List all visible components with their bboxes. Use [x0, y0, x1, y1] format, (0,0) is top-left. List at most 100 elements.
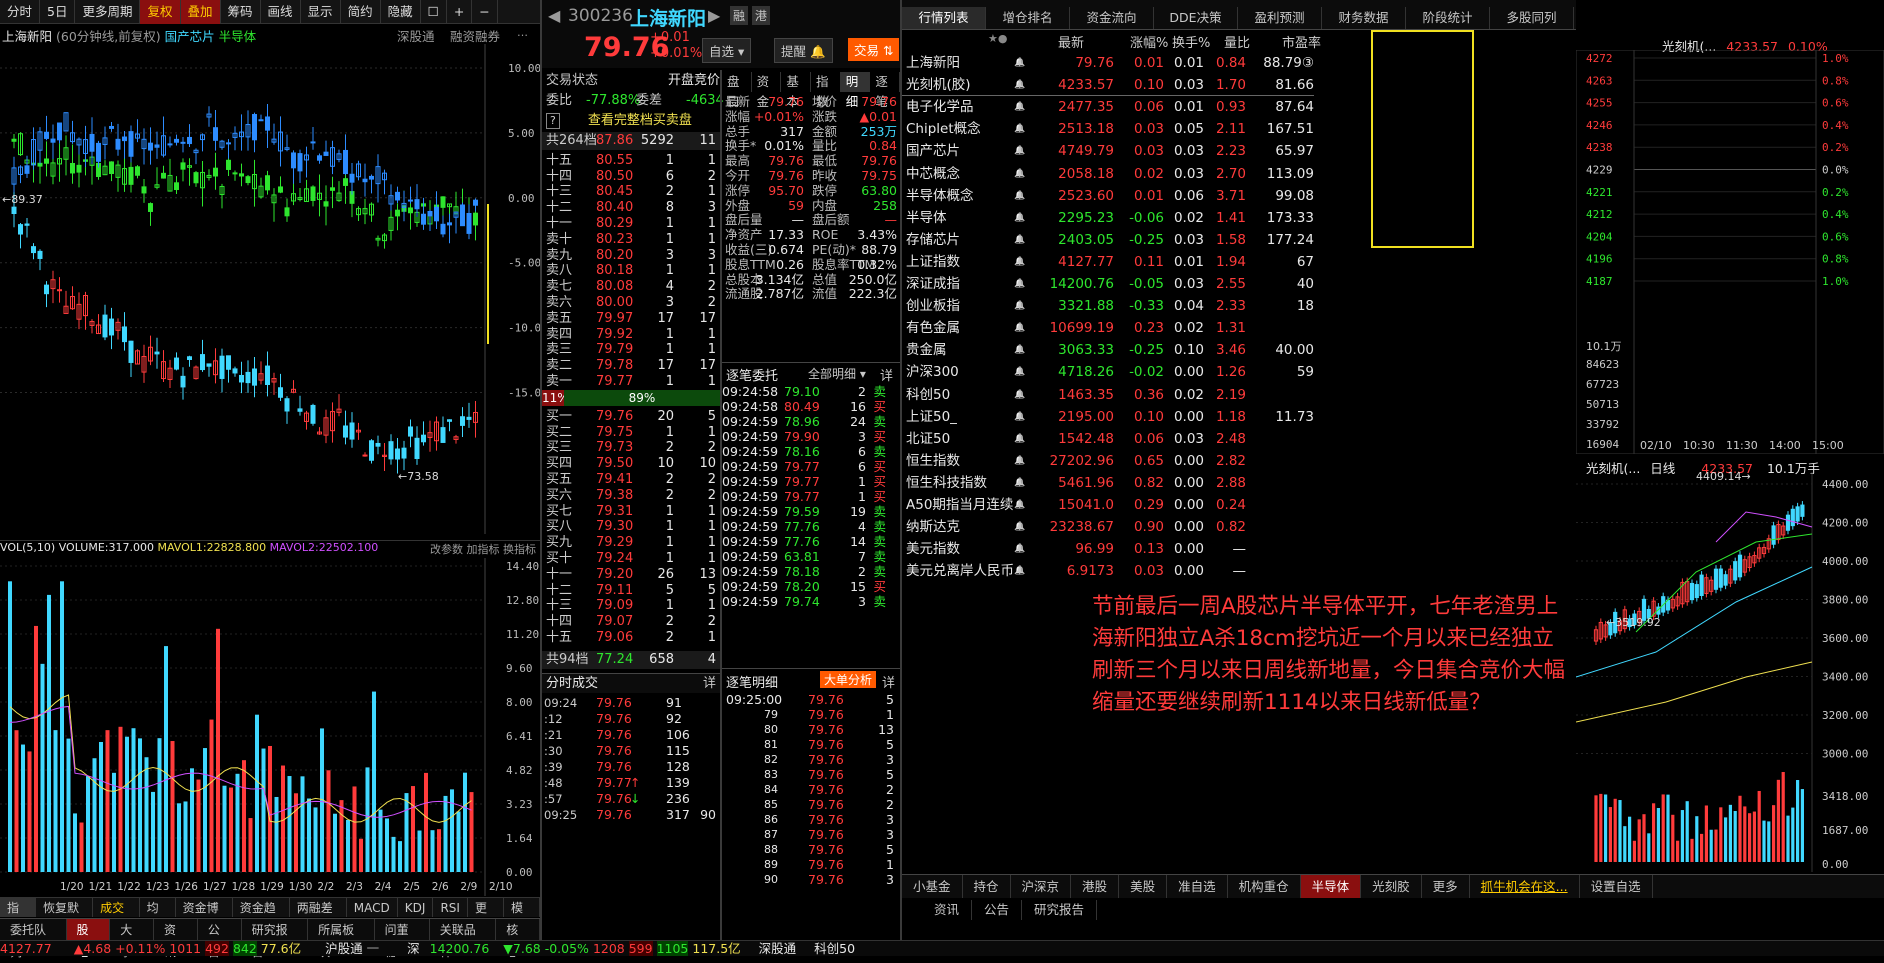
bell-icon[interactable]: 🔔: [1014, 207, 1025, 229]
bell-icon[interactable]: 🔔: [1014, 472, 1025, 494]
watch-row[interactable]: A50期指当月连续 🔔 15041.0 0.29 0.00 0.24: [902, 494, 1314, 516]
indicator-tab-0[interactable]: 指标: [0, 898, 37, 935]
list-bottom-tab-2[interactable]: 沪深京: [1011, 875, 1072, 898]
bottom-tab-3[interactable]: 资讯: [154, 919, 198, 959]
watch-row[interactable]: 沪深300 🔔 4718.26 -0.02 0.00 1.26 59: [902, 361, 1314, 383]
bell-icon[interactable]: 🔔: [1014, 450, 1025, 472]
bell-icon[interactable]: 🔔: [1014, 96, 1025, 118]
list-tab-6[interactable]: 阶段统计: [1406, 7, 1490, 29]
list-bottom-tab-6[interactable]: 机构重仓: [1228, 875, 1301, 898]
chart-menu-ma[interactable]: …: [517, 26, 528, 39]
bid-row[interactable]: 十五 79.06 2 1: [542, 629, 720, 647]
list-bottom-tab2-1[interactable]: 公告: [972, 900, 1023, 920]
list-tab-2[interactable]: 资金流向: [1070, 7, 1154, 29]
list-bottom-tab-5[interactable]: 准自选: [1167, 875, 1228, 898]
watch-row[interactable]: 北证50 🔔 1542.48 0.06 0.03 2.48: [902, 428, 1314, 450]
toolbar-item-1[interactable]: 5日: [40, 0, 76, 24]
watch-row[interactable]: 光刻机(胶) 🔔 4233.57 0.10 0.03 1.70 81.66: [902, 74, 1314, 97]
watch-row[interactable]: 贵金属 🔔 3063.33 -0.25 0.10 3.46 40.00: [902, 339, 1314, 361]
list-tab-7[interactable]: 多股同列: [1490, 7, 1574, 29]
next-stock-icon[interactable]: ▶: [708, 6, 720, 25]
toolbar-item-8[interactable]: 简约: [341, 0, 381, 24]
watch-row[interactable]: 美元兑离岸人民币 🔔 6.9173 0.03 0.00 —: [902, 560, 1314, 582]
overlay-bandaoti[interactable]: 半导体: [219, 29, 257, 44]
indicator-tab-1[interactable]: 恢复默认: [36, 898, 94, 935]
minute-deals-detail-button[interactable]: 详: [703, 674, 716, 694]
gang-badge[interactable]: 港: [752, 6, 771, 25]
toolbar-plus-icon[interactable]: +: [447, 0, 473, 24]
indicator-tab-3[interactable]: 均线: [140, 898, 176, 935]
bell-icon[interactable]: 🔔: [1014, 384, 1025, 406]
daily-mini-chart[interactable]: 光刻机(... 日线 4233.57 10.1万手 4400.00 4200.00…: [1576, 456, 1884, 886]
list-header-col[interactable]: 最新: [1058, 32, 1084, 51]
status-sgt[interactable]: 深股通: [759, 941, 797, 956]
list-tab-0[interactable]: 行情列表: [902, 7, 986, 29]
overlay-guochan[interactable]: 国产芯片: [165, 29, 215, 44]
toolbar-item-3[interactable]: 复权: [140, 0, 181, 24]
chart-menu-sgt[interactable]: 深股通: [397, 26, 435, 45]
list-tab-3[interactable]: DDE决策: [1154, 7, 1238, 29]
watch-row[interactable]: 存储芯片 🔔 2403.05 -0.25 0.03 1.58 177.24: [902, 229, 1314, 251]
toolbar-item-0[interactable]: 分时: [0, 0, 41, 24]
indicator-tab-2[interactable]: 成交量: [93, 898, 140, 935]
bottom-tab-9[interactable]: 核心: [496, 919, 541, 959]
quote-tab-3[interactable]: 指数: [811, 72, 841, 109]
toolbar-item-5[interactable]: 筹码: [221, 0, 261, 24]
list-tab-5[interactable]: 财务数据: [1322, 7, 1406, 29]
full-book-link[interactable]: ? 查看完整档买卖盘: [546, 112, 720, 130]
status-kc[interactable]: 科创50: [814, 941, 855, 956]
bell-icon[interactable]: 🔔: [1014, 516, 1025, 538]
bell-icon[interactable]: 🔔: [1014, 295, 1025, 317]
bid-total[interactable]: 共94档 77.24 658 4: [542, 650, 720, 669]
deal-list[interactable]: 09:25:00 79.76 5 79 79.76 1 80 79.76 13 81 79.76 5 8…: [722, 692, 900, 940]
watch-row[interactable]: 有色金属 🔔 10699.19 0.23 0.02 1.31: [902, 317, 1314, 339]
bottom-tab-5[interactable]: 研究报告: [242, 919, 309, 959]
rong-badge[interactable]: 融: [730, 6, 749, 25]
list-bottom-tab-7[interactable]: 半导体: [1300, 875, 1362, 898]
bell-icon[interactable]: 🔔: [1014, 361, 1025, 383]
bottom-tab-1[interactable]: 股吧: [66, 919, 111, 959]
ask-row[interactable]: 卖一 79.77 1 1: [542, 373, 720, 391]
list-tab-4[interactable]: 盈利预测: [1238, 7, 1322, 29]
watch-row[interactable]: 创业板指 🔔 3321.88 -0.33 0.04 2.33 18: [902, 295, 1314, 317]
bottom-tab-7[interactable]: 问董秘: [375, 919, 430, 959]
intraday-mini-chart[interactable]: 光刻机(... 4233.57 0.10% 4272 1.0% 4263 0.8% 42…: [1576, 30, 1884, 454]
quote-tab-0[interactable]: 盘口: [722, 72, 752, 109]
list-header-col[interactable]: 涨幅%: [1130, 32, 1168, 51]
list-bottom-tab-1[interactable]: 持仓: [963, 875, 1011, 898]
indicator-tab-6[interactable]: 两融差额: [290, 898, 347, 935]
watch-row[interactable]: 上证50_ 🔔 2195.00 0.10 0.00 1.18 11.73: [902, 406, 1314, 428]
toolbar-item-4[interactable]: 叠加: [180, 0, 221, 24]
watch-row[interactable]: 美元指数 🔔 96.99 0.13 0.00 —: [902, 538, 1314, 560]
list-bottom-tab-11[interactable]: 设置自选: [1580, 875, 1653, 898]
watch-row[interactable]: 科创50 🔔 1463.35 0.36 0.02 2.19: [902, 384, 1314, 406]
bell-icon[interactable]: 🔔: [1014, 317, 1025, 339]
vol-menu[interactable]: 改参数 加指标 换指标: [430, 541, 536, 557]
watch-row[interactable]: 中芯概念 🔔 2058.18 0.02 0.03 2.70 113.09: [902, 163, 1314, 185]
watch-row[interactable]: 上证指数 🔔 4127.77 0.11 0.01 1.94 67: [902, 251, 1314, 273]
quote-tab-5[interactable]: 逐笔: [870, 72, 901, 109]
bell-icon[interactable]: 🔔: [1014, 118, 1025, 140]
watch-row[interactable]: 纳斯达克 🔔 23238.67 0.90 0.00 0.82: [902, 516, 1314, 538]
watch-row[interactable]: 国产芯片 🔔 4749.79 0.03 0.03 2.23 65.97: [902, 140, 1314, 162]
indicator-tab-9[interactable]: RSI: [433, 898, 468, 917]
tick-filter[interactable]: 全部明细 ▾: [808, 365, 866, 382]
bottom-tab-4[interactable]: 公告: [198, 919, 242, 959]
deal-detail-button[interactable]: 详: [882, 672, 895, 691]
bell-icon[interactable]: 🔔: [1014, 428, 1025, 450]
list-bottom-tab-3[interactable]: 港股: [1071, 875, 1120, 898]
big-order-button[interactable]: 大单分析: [820, 671, 877, 688]
remind-button[interactable]: 提醒 🔔: [774, 38, 833, 63]
quote-tab-4[interactable]: 明细: [840, 72, 871, 109]
indicator-tab-11[interactable]: 模板: [504, 898, 540, 935]
quote-tab-1[interactable]: 资金: [752, 72, 782, 109]
list-bottom-tab2-0[interactable]: 资讯: [922, 900, 973, 920]
kline-chart[interactable]: 10.00 5.00 0.00 -5.00 -10.00 -15.00 ←89.37 ←73.…: [0, 44, 540, 534]
quote-tab-2[interactable]: 基本: [781, 72, 812, 109]
bell-icon[interactable]: 🔔: [1014, 140, 1025, 162]
bell-icon[interactable]: 🔔: [1014, 251, 1025, 273]
toolbar-item-9[interactable]: 隐藏: [381, 0, 421, 24]
bottom-tab-6[interactable]: 所属板块: [308, 919, 375, 959]
list-header-col[interactable]: 市盈率: [1282, 32, 1321, 51]
chart-period[interactable]: (60分钟线,前复权): [56, 29, 161, 44]
